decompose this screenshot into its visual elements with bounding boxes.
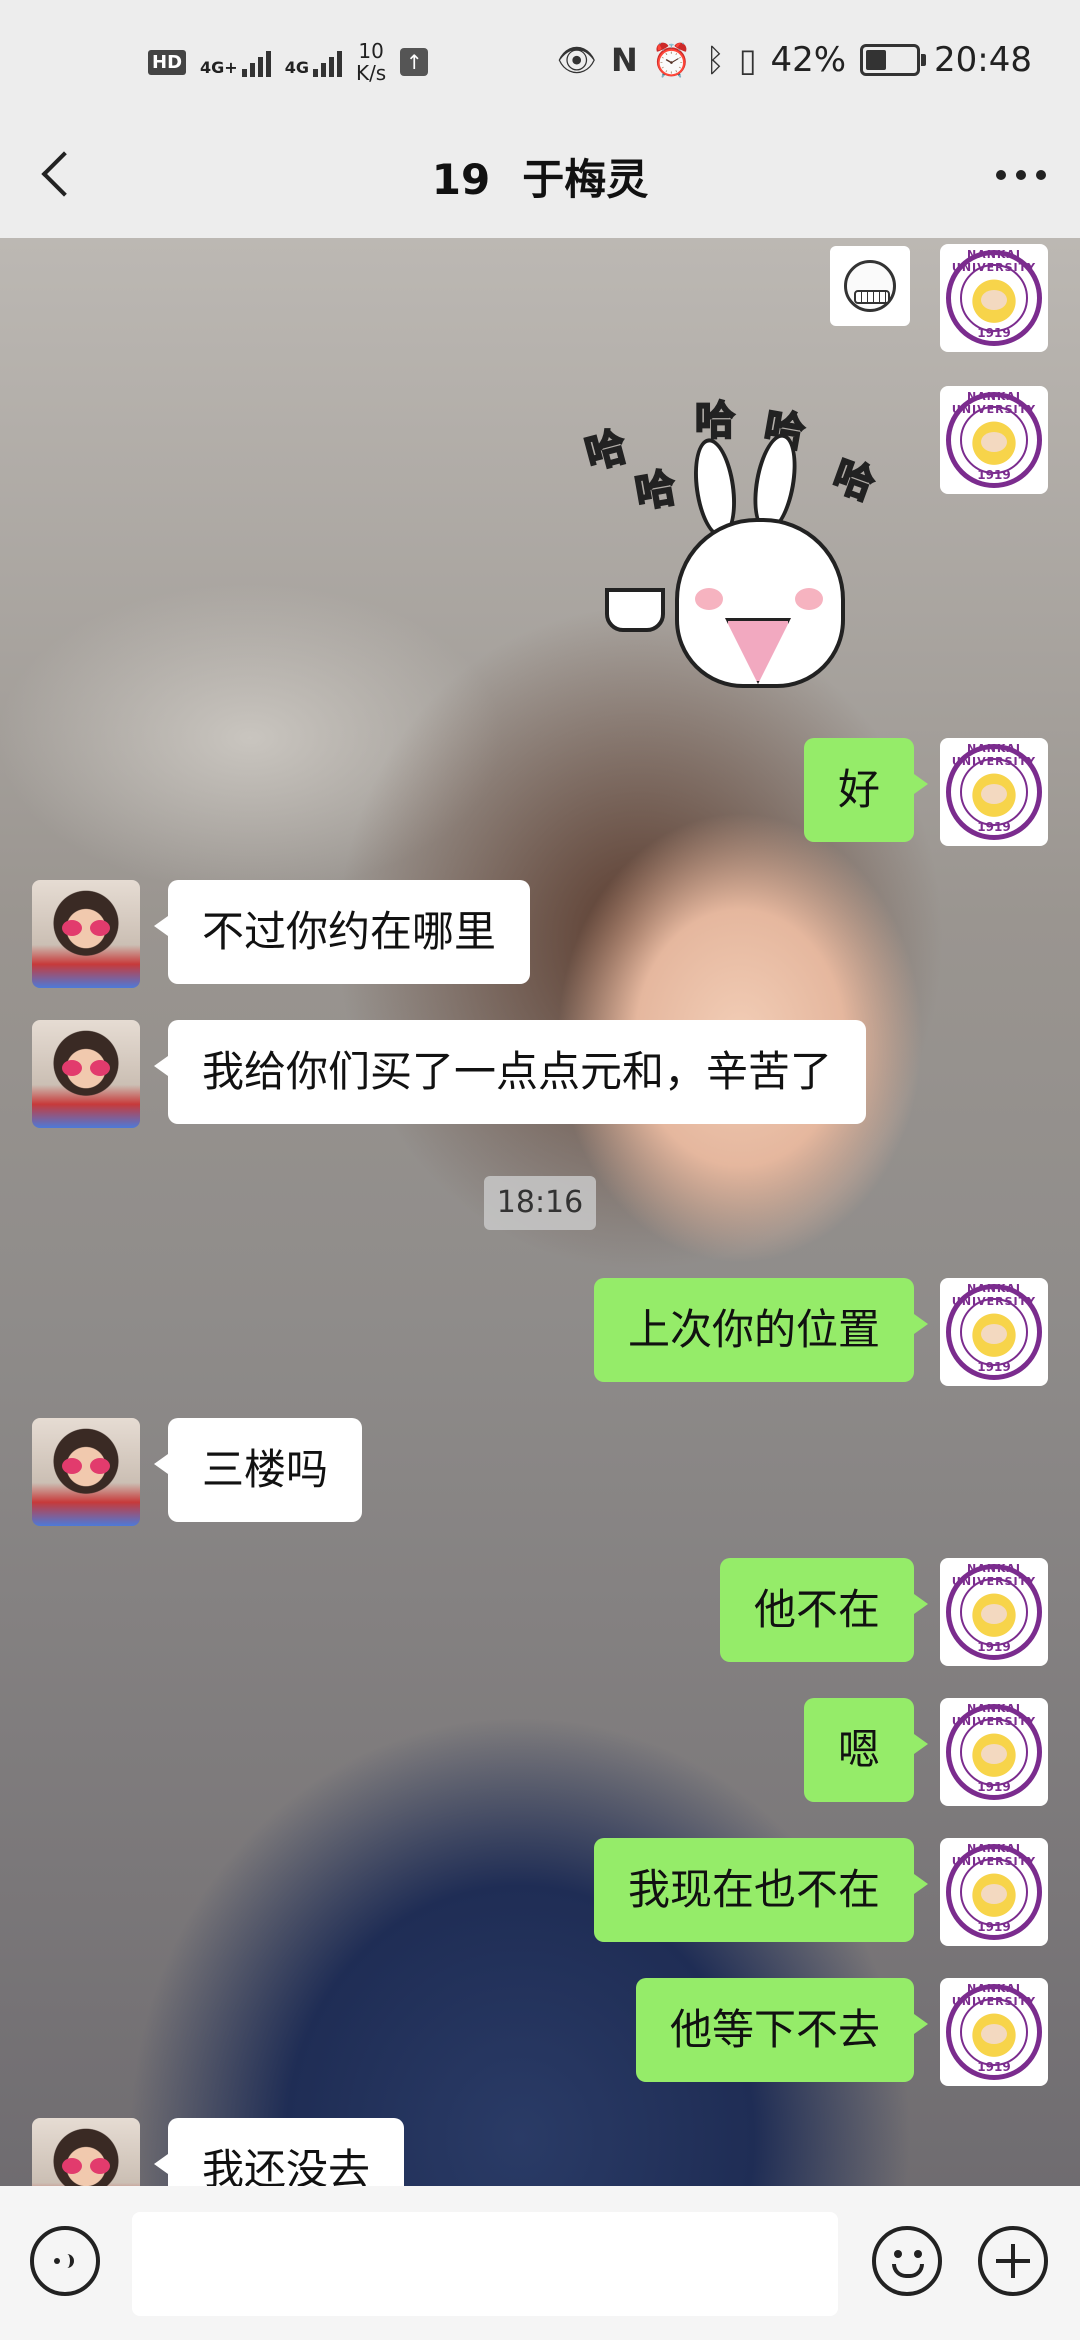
eye-icon: 👁 [556,41,597,79]
message-row: 上次你的位置 [593,1278,929,1382]
message-bubble[interactable]: 我还没去 [153,2118,405,2186]
more-dot-icon [1016,170,1026,180]
group-number: 19 [431,155,491,204]
contact-avatar[interactable] [32,1020,140,1128]
contact-avatar[interactable] [32,2118,140,2186]
sticker-text: 哈 [694,397,736,445]
message-bubble[interactable]: 他等下不去 [635,1978,929,2082]
message-bubble[interactable]: 他不在 [719,1558,929,1662]
message-row: 三楼吗 [153,1418,363,1522]
my-avatar[interactable]: NANKAI UNIVERSITY 1919 [940,1278,1048,1386]
my-avatar[interactable]: NANKAI UNIVERSITY 1919 [940,244,1048,352]
signal-4g-plus: 4G+ [200,47,271,77]
my-avatar[interactable]: NANKAI UNIVERSITY 1919 [940,386,1048,494]
message-row: 不过你约在哪里 [153,880,531,984]
sticker-text: 哈 [580,422,633,479]
message-bubble[interactable]: 三楼吗 [153,1418,363,1522]
message-row: 他等下不去 [635,1978,929,2082]
more-dot-icon [996,170,1006,180]
grin-face-sticker[interactable] [830,246,910,326]
clock: 20:48 [934,40,1032,80]
more-dot-icon [1036,170,1046,180]
nfc-icon: N [611,41,638,79]
message-row: 我现在也不在 [593,1838,929,1942]
upload-icon: ↑ [400,48,429,76]
contact-avatar[interactable] [32,880,140,988]
timestamp: 18:16 [484,1176,596,1230]
sticker-text: 哈 [826,451,881,510]
grin-face-icon [844,260,896,312]
sticker-text: 哈 [631,464,680,518]
message-bubble[interactable]: 好 [803,738,929,842]
rabbit-haha-sticker[interactable]: 哈 哈 哈 哈 哈 [580,388,915,698]
message-row: 好 [803,738,929,842]
alarm-icon: ⏰ [651,41,692,79]
network-speed: 10 K/s [355,39,387,85]
message-bubble[interactable]: 嗯 [803,1698,929,1802]
battery-icon [860,44,927,76]
signal-bars-icon [241,47,271,77]
vibrate-icon: ▯ [738,41,757,79]
chat-message-list[interactable]: NANKAI UNIVERSITY 1919 哈 哈 哈 哈 哈 NANKAI … [0,238,1080,2186]
signal-4g: 4G [285,47,342,77]
my-avatar[interactable]: NANKAI UNIVERSITY 1919 [940,1698,1048,1806]
emoji-icon[interactable] [872,2226,942,2296]
more-options-button[interactable] [996,170,1046,180]
bluetooth-icon: ᛒ [705,41,725,79]
my-avatar[interactable]: NANKAI UNIVERSITY 1919 [940,1558,1048,1666]
message-row: 他不在 [719,1558,929,1662]
message-row: 嗯 [803,1698,929,1802]
input-bar [0,2186,1080,2340]
my-avatar[interactable]: NANKAI UNIVERSITY 1919 [940,738,1048,846]
message-bubble[interactable]: 不过你约在哪里 [153,880,531,984]
contact-name: 于梅灵 [522,155,649,204]
hd-voice-icon: HD [148,49,187,75]
message-row: 我还没去 [153,2118,405,2186]
contact-avatar[interactable] [32,1418,140,1526]
signal-bars-icon [312,47,342,77]
message-bubble[interactable]: 上次你的位置 [593,1278,929,1382]
plus-icon[interactable] [978,2226,1048,2296]
message-input[interactable] [132,2212,838,2316]
message-bubble[interactable]: 我现在也不在 [593,1838,929,1942]
chat-header: 19 于梅灵 [0,110,1080,238]
message-bubble[interactable]: 我给你们买了一点点元和，辛苦了 [153,1020,867,1124]
battery-percent: 42% [770,40,847,80]
cup-icon [605,588,665,632]
chat-title: 19 于梅灵 [0,146,1080,207]
my-avatar[interactable]: NANKAI UNIVERSITY 1919 [940,1978,1048,2086]
message-row: 我给你们买了一点点元和，辛苦了 [153,1020,867,1124]
my-avatar[interactable]: NANKAI UNIVERSITY 1919 [940,1838,1048,1946]
voice-icon[interactable] [30,2226,100,2296]
